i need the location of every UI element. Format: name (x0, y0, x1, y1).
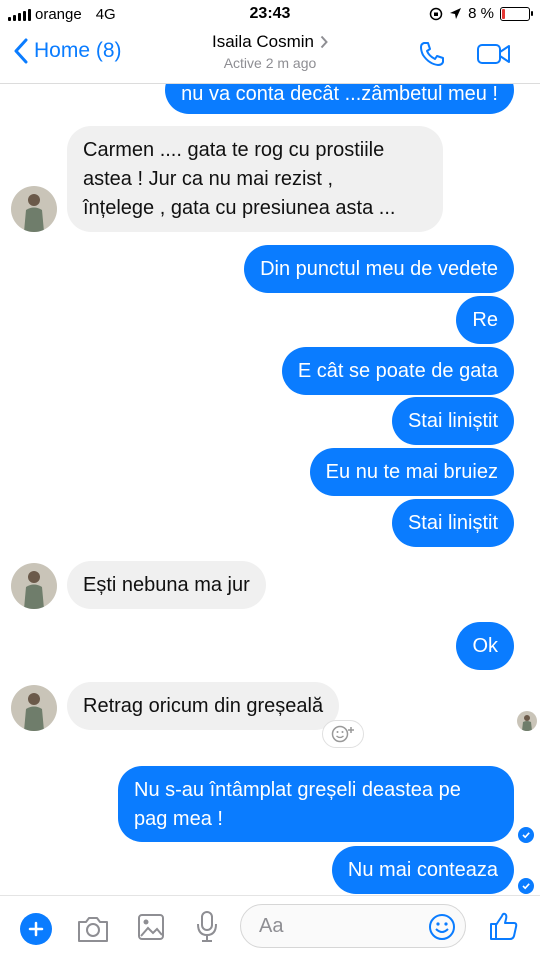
camera-icon[interactable] (76, 914, 110, 944)
image-icon[interactable] (136, 912, 166, 942)
message-outgoing[interactable]: E cât se poate de gata (281, 347, 514, 395)
add-reaction-button[interactable] (322, 720, 364, 748)
phone-icon[interactable] (418, 40, 446, 68)
message-outgoing[interactable]: Stai liniștit (391, 397, 514, 445)
microphone-icon[interactable] (194, 910, 220, 944)
message-list[interactable]: nu va conta decât ...zâmbetul meu ! Carm… (0, 0, 540, 960)
thumbs-up-icon[interactable] (488, 910, 520, 942)
conversation-header: Home (8) Isaila Cosmin Active 2 m ago (0, 28, 540, 84)
emoji-icon[interactable] (427, 912, 457, 942)
message-outgoing[interactable]: Din punctul meu de vedete (244, 245, 514, 293)
seen-avatar (517, 711, 537, 731)
contact-name: Isaila Cosmin (211, 32, 315, 51)
delivered-check-icon (518, 827, 534, 843)
chevron-right-icon (320, 35, 328, 49)
message-outgoing[interactable]: Nu mai conteaza (331, 846, 514, 894)
contact-avatar[interactable] (11, 186, 57, 232)
add-button[interactable] (20, 913, 52, 945)
message-outgoing[interactable]: Nu s-au întâmplat greșeli deastea pe pag… (118, 766, 514, 842)
contact-avatar[interactable] (11, 563, 57, 609)
delivered-check-icon (518, 878, 534, 894)
video-camera-icon[interactable] (476, 42, 512, 66)
message-outgoing[interactable]: Stai liniștit (391, 499, 514, 547)
contact-avatar[interactable] (11, 685, 57, 731)
message-composer (0, 895, 540, 960)
message-incoming[interactable]: Ești nebuna ma jur (67, 561, 266, 609)
message-outgoing[interactable]: Eu nu te mai bruiez (309, 448, 514, 496)
add-reaction-icon (331, 725, 354, 743)
message-outgoing[interactable]: Re (456, 296, 514, 344)
contact-name-button[interactable]: Isaila Cosmin (212, 32, 328, 52)
message-incoming[interactable]: Carmen .... gata te rog cu prostiile ast… (67, 126, 443, 232)
call-actions (418, 40, 512, 68)
message-outgoing[interactable]: Ok (456, 622, 514, 670)
message-input-field[interactable] (240, 904, 466, 948)
plus-icon (28, 921, 44, 937)
message-input[interactable] (259, 915, 409, 938)
message-incoming[interactable]: Retrag oricum din greșeală (67, 682, 340, 730)
